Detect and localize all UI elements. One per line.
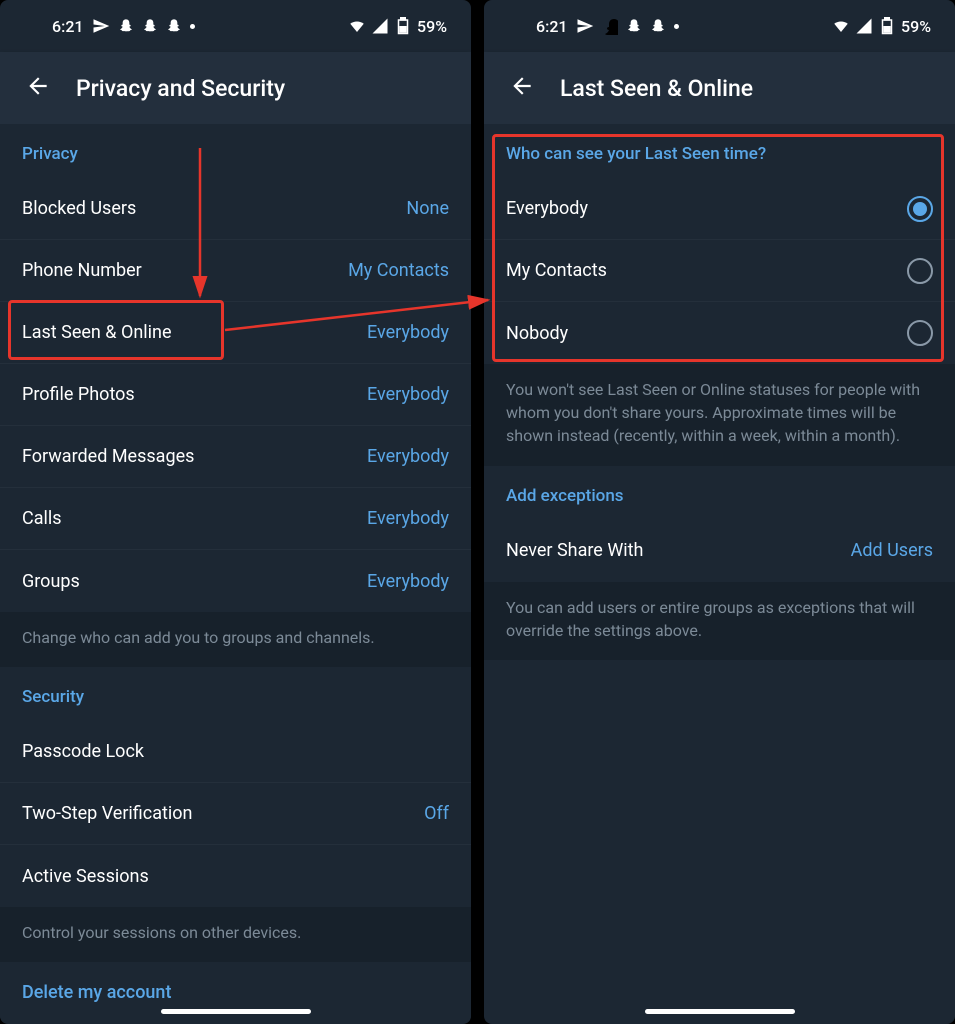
cell-signal-icon: [855, 17, 873, 35]
exceptions-section: Add exceptions Never Share With Add User…: [484, 466, 955, 582]
arrow-left-icon: [25, 73, 51, 103]
telegram-send-icon: [576, 17, 594, 35]
radio-icon: [907, 196, 933, 222]
row-phone-number[interactable]: Phone Number My Contacts: [0, 240, 471, 302]
right-phone-screen: 6:21 59% Last Seen & Online Who can see …: [484, 0, 955, 1024]
row-two-step-verification[interactable]: Two-Step Verification Off: [0, 783, 471, 845]
row-value: Everybody: [367, 322, 449, 343]
app-header: Privacy and Security: [0, 52, 471, 124]
row-last-seen-online[interactable]: Last Seen & Online Everybody: [0, 302, 471, 364]
row-value: Add Users: [851, 540, 933, 561]
status-battery-text: 59%: [901, 17, 931, 36]
who-can-see-section: Who can see your Last Seen time? Everybo…: [484, 124, 955, 364]
snapchat-icon: [650, 17, 666, 35]
arrow-left-icon: [509, 73, 535, 103]
security-section: Security Passcode Lock Two-Step Verifica…: [0, 667, 471, 907]
telegram-send-icon: [92, 17, 110, 35]
battery-icon: [394, 17, 412, 35]
back-button[interactable]: [500, 66, 544, 110]
status-bar: 6:21 59%: [0, 0, 471, 52]
battery-icon: [878, 17, 896, 35]
row-value: My Contacts: [348, 260, 449, 281]
status-dot-icon: [674, 24, 679, 29]
page-title: Last Seen & Online: [560, 75, 753, 102]
row-label: Groups: [22, 571, 80, 592]
radio-icon: [907, 320, 933, 346]
status-time: 6:21: [536, 17, 568, 36]
row-label: Active Sessions: [22, 866, 149, 887]
snapchat-icon: [166, 17, 182, 35]
snapchat-icon: [602, 17, 618, 35]
exceptions-header: Add exceptions: [484, 466, 955, 520]
status-bar: 6:21 59%: [484, 0, 955, 52]
row-label: Two-Step Verification: [22, 803, 192, 824]
option-label: Nobody: [506, 323, 568, 344]
snapchat-icon: [142, 17, 158, 35]
row-label: Passcode Lock: [22, 741, 144, 762]
option-nobody[interactable]: Nobody: [484, 302, 955, 364]
row-active-sessions[interactable]: Active Sessions: [0, 845, 471, 907]
row-label: Profile Photos: [22, 384, 135, 405]
wifi-icon: [348, 17, 366, 35]
option-label: My Contacts: [506, 260, 607, 281]
security-section-footer: Control your sessions on other devices.: [0, 907, 471, 962]
row-value: Everybody: [367, 446, 449, 467]
row-forwarded-messages[interactable]: Forwarded Messages Everybody: [0, 426, 471, 488]
row-label: Last Seen & Online: [22, 322, 172, 343]
page-title: Privacy and Security: [76, 75, 285, 102]
row-value: Everybody: [367, 508, 449, 529]
exceptions-footer: You can add users or entire groups as ex…: [484, 582, 955, 660]
delete-account-link[interactable]: Delete my account: [0, 962, 471, 1023]
app-header: Last Seen & Online: [484, 52, 955, 124]
nav-bar-pill: [161, 1009, 311, 1014]
status-battery-text: 59%: [417, 17, 447, 36]
row-label: Blocked Users: [22, 198, 136, 219]
row-label: Forwarded Messages: [22, 446, 194, 467]
row-calls[interactable]: Calls Everybody: [0, 488, 471, 550]
security-section-header: Security: [0, 667, 471, 721]
option-my-contacts[interactable]: My Contacts: [484, 240, 955, 302]
row-passcode-lock[interactable]: Passcode Lock: [0, 721, 471, 783]
row-blocked-users[interactable]: Blocked Users None: [0, 178, 471, 240]
privacy-section-header: Privacy: [0, 124, 471, 178]
who-can-see-header: Who can see your Last Seen time?: [484, 124, 955, 178]
back-button[interactable]: [16, 66, 60, 110]
status-dot-icon: [190, 24, 195, 29]
left-phone-screen: 6:21 59% Privacy and Security: [0, 0, 471, 1024]
radio-icon: [907, 258, 933, 284]
snapchat-icon: [118, 17, 134, 35]
row-groups[interactable]: Groups Everybody: [0, 550, 471, 612]
wifi-icon: [832, 17, 850, 35]
row-value: Everybody: [367, 384, 449, 405]
privacy-section-footer: Change who can add you to groups and cha…: [0, 612, 471, 667]
row-profile-photos[interactable]: Profile Photos Everybody: [0, 364, 471, 426]
option-everybody[interactable]: Everybody: [484, 178, 955, 240]
status-time: 6:21: [52, 17, 84, 36]
cell-signal-icon: [371, 17, 389, 35]
row-value: Off: [424, 803, 449, 824]
nav-bar-pill: [645, 1009, 795, 1014]
row-label: Never Share With: [506, 540, 643, 561]
row-label: Phone Number: [22, 260, 142, 281]
row-never-share-with[interactable]: Never Share With Add Users: [484, 520, 955, 582]
row-value: None: [406, 198, 449, 219]
who-can-see-footer: You won't see Last Seen or Online status…: [484, 364, 955, 466]
option-label: Everybody: [506, 198, 588, 219]
row-value: Everybody: [367, 571, 449, 592]
row-label: Calls: [22, 508, 62, 529]
privacy-section: Privacy Blocked Users None Phone Number …: [0, 124, 471, 612]
snapchat-icon: [626, 17, 642, 35]
